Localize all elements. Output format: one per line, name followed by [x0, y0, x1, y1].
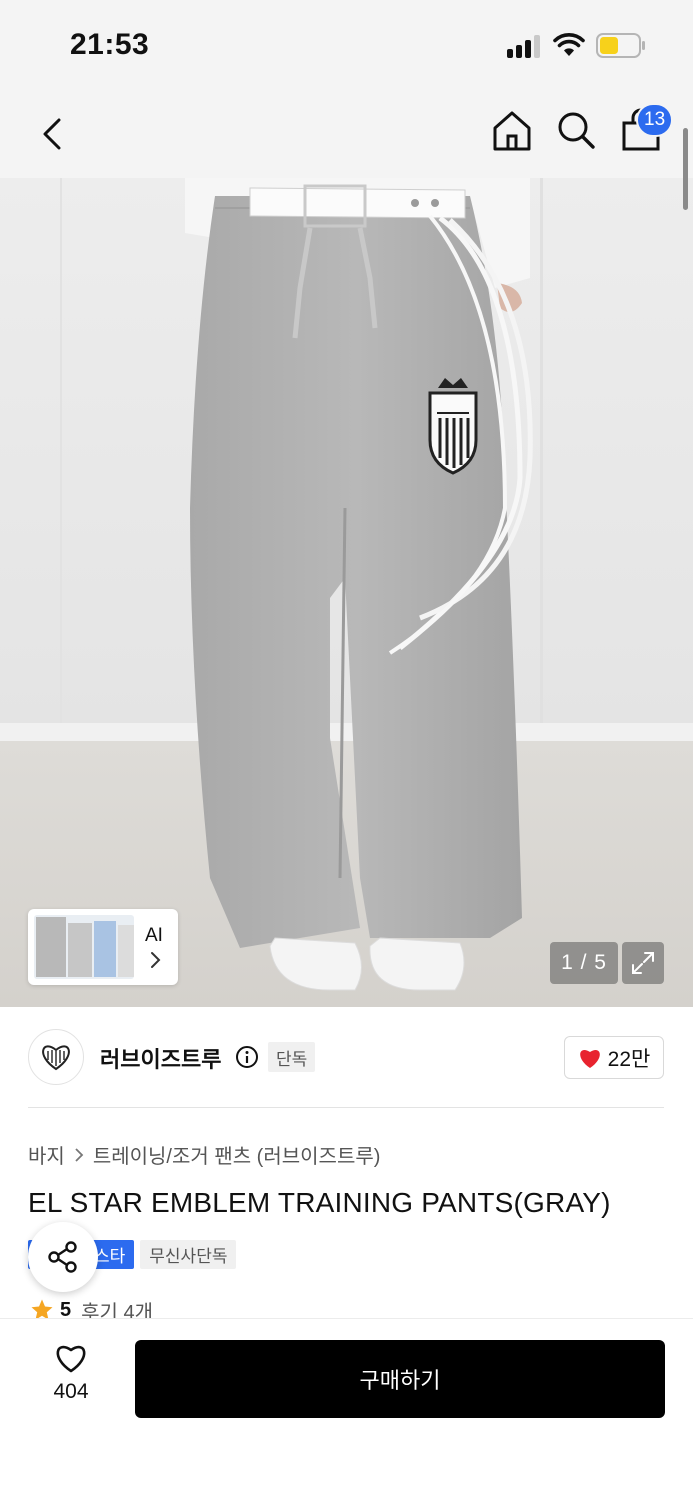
expand-button[interactable] — [622, 942, 664, 984]
product-photo — [0, 178, 693, 1007]
heart-filled-icon — [579, 1049, 600, 1068]
ai-similar-items-card[interactable]: AI — [28, 909, 178, 985]
chevron-right-icon — [75, 1147, 84, 1162]
home-icon[interactable] — [490, 108, 534, 154]
product-image[interactable] — [0, 178, 693, 1007]
chevron-left-icon — [43, 118, 61, 150]
brand-logo[interactable] — [28, 1029, 84, 1085]
brand-like-button[interactable]: 22만 — [564, 1036, 664, 1079]
heart-logo-icon — [42, 1045, 70, 1071]
battery-icon — [596, 33, 645, 58]
status-bar: 21:53 — [0, 0, 693, 90]
wishlist-button[interactable]: 404 — [36, 1342, 106, 1412]
expand-icon — [632, 952, 654, 974]
breadcrumb-category[interactable]: 바지 — [28, 1140, 65, 1169]
nav-bar — [0, 90, 693, 178]
signal-icon — [507, 34, 543, 58]
status-time: 21:53 — [70, 28, 150, 61]
back-button[interactable] — [32, 110, 72, 158]
breadcrumb-subcategory[interactable]: 트레이닝/조거 팬츠 (러브이즈트루) — [93, 1140, 381, 1169]
breadcrumb: 바지 트레이닝/조거 팬츠 (러브이즈트루) — [28, 1140, 380, 1169]
brand-name[interactable]: 러브이즈트루 — [100, 1042, 221, 1074]
share-button[interactable] — [28, 1222, 98, 1292]
brand-like-count: 22만 — [607, 1047, 651, 1071]
share-icon — [48, 1241, 77, 1273]
buy-button[interactable]: 구매하기 — [135, 1340, 665, 1418]
musinsa-exclusive-tag: 무신사단독 — [140, 1240, 237, 1269]
similar-items-thumbnail — [34, 915, 134, 979]
ai-label: AI — [145, 925, 163, 946]
divider — [28, 1107, 664, 1108]
heart-outline-icon — [56, 1345, 86, 1373]
image-counter: 1 / 5 — [550, 942, 618, 984]
exclusive-tag: 단독 — [268, 1042, 316, 1072]
product-title: EL STAR EMBLEM TRAINING PANTS(GRAY) — [28, 1187, 611, 1218]
wifi-icon — [553, 33, 585, 56]
search-icon[interactable] — [555, 108, 597, 152]
scrollbar[interactable] — [683, 128, 688, 210]
wishlist-count: 404 — [53, 1380, 89, 1403]
info-icon[interactable] — [235, 1045, 259, 1069]
cart-count-badge: 13 — [636, 103, 674, 137]
chevron-right-icon — [151, 952, 161, 968]
